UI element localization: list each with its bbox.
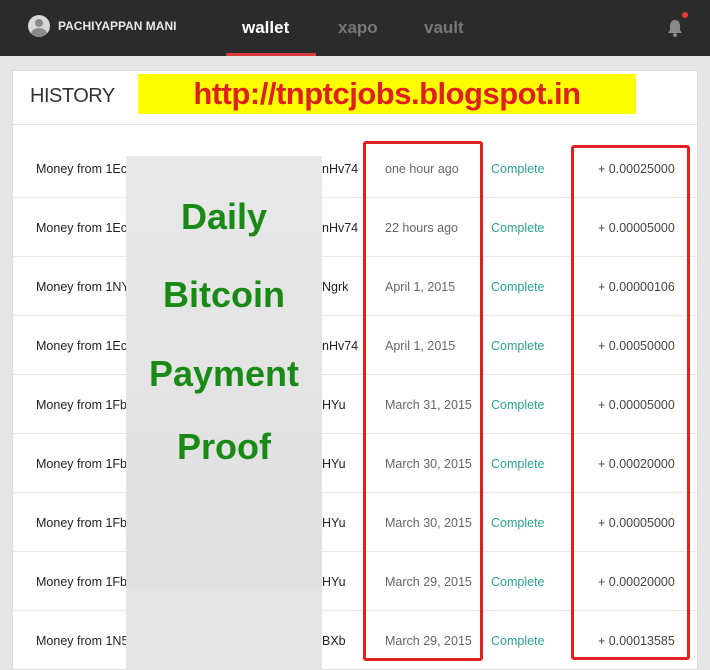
overlay-band bbox=[126, 588, 322, 670]
transaction-source-suffix: HYu bbox=[322, 516, 346, 530]
transaction-source-suffix: Ngrk bbox=[322, 280, 349, 294]
url-banner: http://tnptcjobs.blogspot.in bbox=[138, 74, 636, 114]
transaction-source: Money from 1Fb bbox=[36, 398, 128, 412]
transaction-source-suffix: BXb bbox=[322, 634, 346, 648]
date-highlight-box bbox=[363, 141, 483, 661]
username-label[interactable]: PACHIYAPPAN MANI bbox=[58, 19, 176, 33]
divider bbox=[13, 124, 697, 125]
top-navigation-bar: PACHIYAPPAN MANI wallet xapo vault bbox=[0, 0, 710, 56]
transaction-status: Complete bbox=[491, 634, 545, 648]
active-tab-indicator bbox=[226, 53, 316, 56]
tab-wallet[interactable]: wallet bbox=[242, 18, 289, 38]
user-avatar-icon[interactable] bbox=[28, 15, 50, 37]
transaction-source-suffix: nHv74 bbox=[322, 339, 359, 353]
transaction-status: Complete bbox=[491, 398, 545, 412]
user-menu[interactable]: PACHIYAPPAN MANI bbox=[28, 15, 176, 37]
transaction-source: Money from 1Fb bbox=[36, 457, 128, 471]
transaction-source-suffix: HYu bbox=[322, 575, 346, 589]
page-title: HISTORY bbox=[30, 85, 115, 107]
transaction-source-suffix: HYu bbox=[322, 457, 346, 471]
transaction-source: Money from 1Ec bbox=[36, 339, 128, 353]
transaction-source-suffix: nHv74 bbox=[322, 221, 359, 235]
transaction-status: Complete bbox=[491, 221, 545, 235]
proof-text-line: Bitcoin bbox=[163, 274, 285, 315]
transaction-status: Complete bbox=[491, 162, 545, 176]
transaction-source: Money from 1N5 bbox=[36, 634, 129, 648]
proof-text-line: Daily bbox=[180, 196, 268, 237]
amount-highlight-box bbox=[571, 145, 690, 660]
transaction-source: Money from 1Fb bbox=[36, 516, 128, 530]
transaction-source: Money from 1Fb bbox=[36, 575, 128, 589]
transaction-source-suffix: HYu bbox=[322, 398, 346, 412]
transaction-status: Complete bbox=[491, 516, 545, 530]
transaction-source-suffix: nHv74 bbox=[322, 162, 359, 176]
transaction-source: Money from 1NY bbox=[36, 280, 130, 294]
tab-vault[interactable]: vault bbox=[424, 18, 464, 38]
proof-text-line: Proof bbox=[177, 426, 271, 467]
transaction-status: Complete bbox=[491, 457, 545, 471]
transaction-status: Complete bbox=[491, 339, 545, 353]
transaction-status: Complete bbox=[491, 575, 545, 589]
bell-icon[interactable] bbox=[665, 18, 685, 38]
transaction-status: Complete bbox=[491, 280, 545, 294]
proof-overlay-panel: Daily Bitcoin Payment Proof bbox=[126, 156, 322, 670]
tab-xapo[interactable]: xapo bbox=[338, 18, 378, 38]
transaction-source: Money from 1Ec bbox=[36, 221, 128, 235]
notification-dot bbox=[682, 12, 688, 18]
transaction-source: Money from 1Ec bbox=[36, 162, 128, 176]
proof-text-line: Payment bbox=[148, 353, 300, 394]
